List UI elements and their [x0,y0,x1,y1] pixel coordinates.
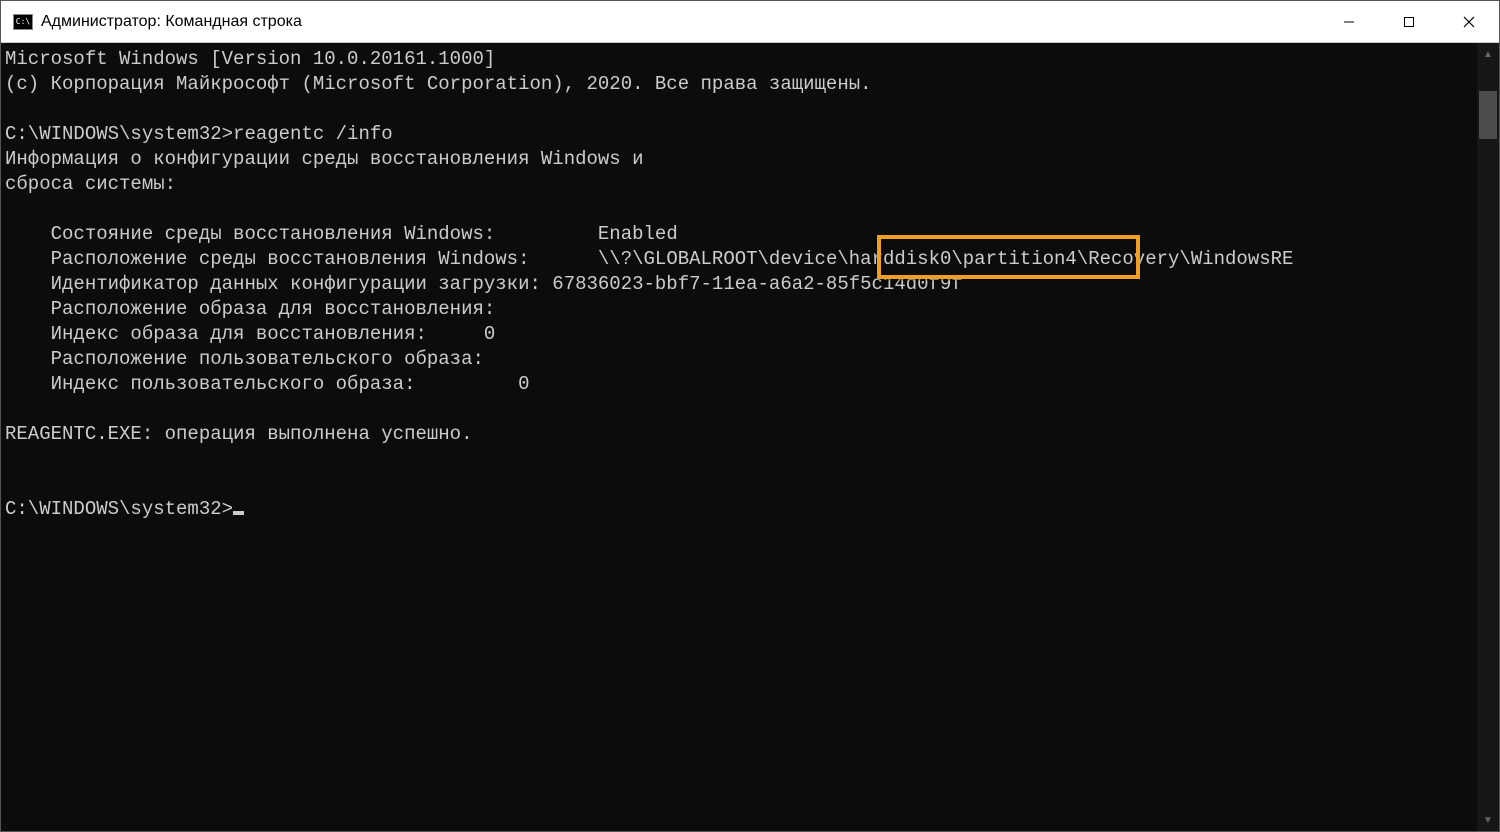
output-value: Recovery\WindowsRE [1088,248,1293,270]
output-line: Индекс пользовательского образа: 0 [5,373,530,395]
cmd-icon: C:\ [13,14,33,30]
output-value: Enabled [598,223,678,245]
title-bar[interactable]: C:\ Администратор: Командная строка [1,1,1499,43]
output-line: Индекс образа для восстановления: 0 [5,323,495,345]
output-line: Информация о конфигурации среды восстано… [5,148,644,170]
output-line: Microsoft Windows [Version 10.0.20161.10… [5,48,495,70]
scroll-thumb[interactable] [1479,91,1497,139]
close-icon [1463,16,1475,28]
command-prompt-window: C:\ Администратор: Командная строка Micr… [0,0,1500,832]
close-button[interactable] [1439,1,1499,42]
command-text: reagentc /info [233,123,393,145]
output-line: Идентификатор данных конфигурации загруз… [5,273,963,295]
prompt-path: C:\WINDOWS\system32> [5,498,233,520]
cursor [233,511,244,515]
highlighted-path: \harddisk0\partition4\ [837,248,1088,270]
vertical-scrollbar[interactable]: ▲ ▼ [1477,43,1499,831]
minimize-button[interactable] [1319,1,1379,42]
output-line: Состояние среды восстановления Windows: [5,223,598,245]
output-value: \\?\GLOBALROOT\device [598,248,837,270]
maximize-icon [1403,16,1415,28]
output-line: Расположение среды восстановления Window… [5,248,598,270]
minimize-icon [1343,16,1355,28]
output-line: (c) Корпорация Майкрософт (Microsoft Cor… [5,73,872,95]
scroll-down-arrow[interactable]: ▼ [1477,809,1499,831]
maximize-button[interactable] [1379,1,1439,42]
terminal-output[interactable]: Microsoft Windows [Version 10.0.20161.10… [1,43,1477,831]
output-line: сброса системы: [5,173,176,195]
terminal-area: Microsoft Windows [Version 10.0.20161.10… [1,43,1499,831]
window-controls [1319,1,1499,42]
output-line: REAGENTC.EXE: операция выполнена успешно… [5,423,472,445]
output-line: Расположение образа для восстановления: [5,298,495,320]
output-line: Расположение пользовательского образа: [5,348,484,370]
scroll-up-arrow[interactable]: ▲ [1477,43,1499,65]
window-title: Администратор: Командная строка [41,13,1319,31]
prompt-path: C:\WINDOWS\system32> [5,123,233,145]
